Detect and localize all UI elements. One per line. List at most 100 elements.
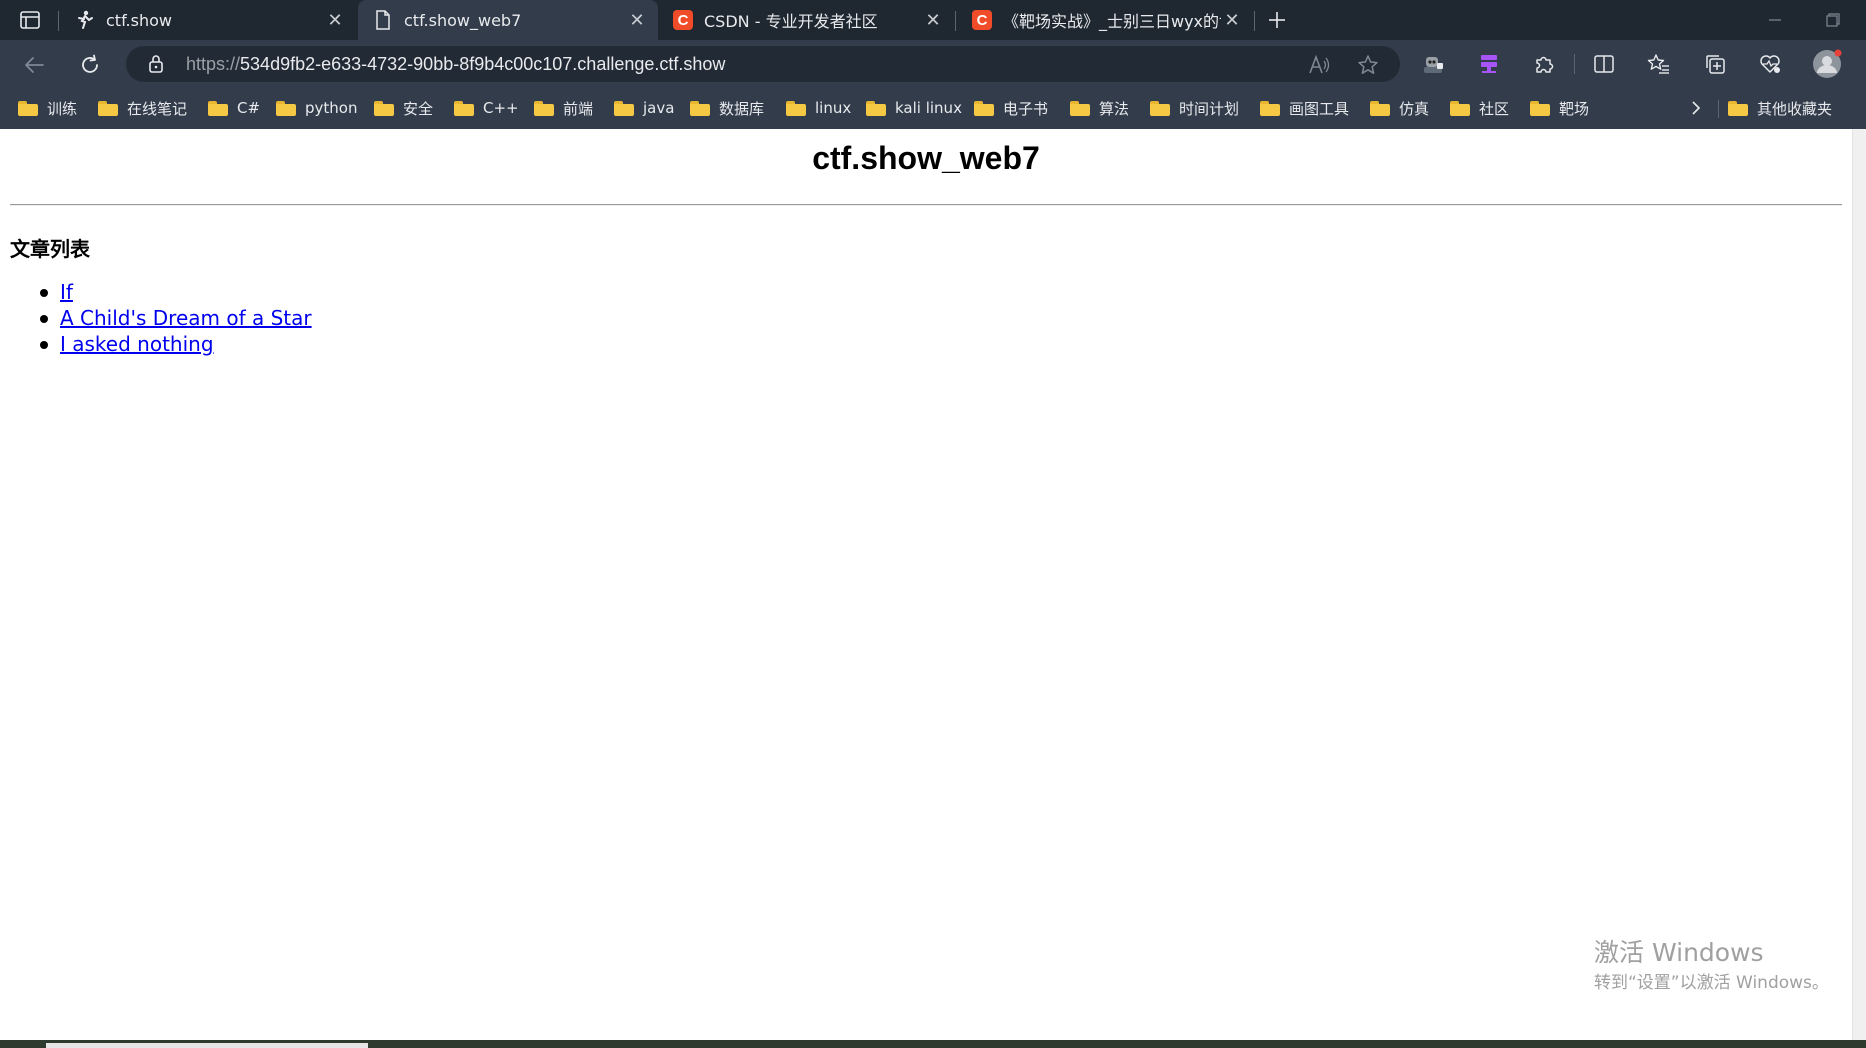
bookmark-folder[interactable]: 时间计划 (1150, 96, 1239, 120)
bookmark-folder[interactable]: C++ (454, 96, 519, 120)
split-screen-icon[interactable] (1589, 49, 1619, 79)
read-aloud-icon[interactable] (1308, 54, 1330, 76)
favorite-star-icon[interactable] (1357, 54, 1379, 76)
folder-icon (974, 100, 994, 116)
page-icon (372, 9, 394, 31)
article-link[interactable]: I asked nothing (60, 332, 214, 356)
bookmark-folder[interactable]: 画图工具 (1260, 96, 1349, 120)
folder-icon (1150, 100, 1170, 116)
tab-actions-icon[interactable] (14, 8, 46, 32)
extension-server-icon[interactable] (1474, 49, 1504, 79)
close-icon[interactable]: ✕ (922, 9, 944, 31)
list-item: I asked nothing (40, 331, 312, 357)
extensions-puzzle-icon[interactable] (1529, 49, 1559, 79)
page-content: ctf.show_web7 文章列表 If A Child's Dream of… (0, 129, 1852, 1040)
folder-icon (534, 100, 554, 116)
folder-icon (1370, 100, 1390, 116)
close-icon[interactable]: ✕ (626, 9, 648, 31)
profile-avatar-icon[interactable] (1812, 49, 1842, 79)
folder-icon (1070, 100, 1090, 116)
back-arrow-icon[interactable] (18, 49, 50, 81)
tab-csdn-article[interactable]: C 《靶场实战》_士别三日wyx的博 ✕ (957, 0, 1253, 40)
article-link[interactable]: A Child's Dream of a Star (60, 306, 312, 330)
folder-icon (18, 100, 38, 116)
bookmark-folder[interactable]: linux (786, 96, 851, 120)
restore-icon[interactable] (1818, 6, 1848, 34)
activation-watermark: 激活 Windows 转到“设置”以激活 Windows。 (1594, 937, 1829, 995)
folder-icon (374, 100, 394, 116)
article-link[interactable]: If (60, 280, 73, 304)
bookmark-label: kali linux (895, 99, 962, 117)
bookmark-folder[interactable]: 算法 (1070, 96, 1129, 120)
minimize-icon[interactable] (1760, 6, 1790, 34)
bookmark-folder[interactable]: 数据库 (690, 96, 764, 120)
csdn-logo-icon: C (971, 9, 993, 31)
bookmark-folder[interactable]: 安全 (374, 96, 433, 120)
bookmark-folder[interactable]: 仿真 (1370, 96, 1429, 120)
tab-title: CSDN - 专业开发者社区 (704, 12, 878, 31)
close-icon[interactable]: ✕ (324, 9, 346, 31)
other-bookmarks-folder[interactable]: 其他收藏夹 (1728, 96, 1832, 120)
tab-strip: ctf.show ✕ ctf.show_web7 ✕ C CSDN - 专业开发… (0, 0, 1866, 40)
vertical-scrollbar[interactable] (1852, 129, 1866, 1040)
horizontal-rule (10, 204, 1842, 206)
tab-separator (58, 11, 59, 31)
address-bar[interactable]: https://534d9fb2-e633-4732-90bb-8f9b4c00… (126, 46, 1400, 82)
tab-ctfshow-web7[interactable]: ctf.show_web7 ✕ (358, 0, 658, 40)
browser-essentials-icon[interactable] (1755, 49, 1785, 79)
favorites-icon[interactable] (1644, 49, 1674, 79)
bookmark-label: 算法 (1099, 99, 1130, 118)
url-scheme: https:// (186, 54, 241, 74)
url-text[interactable]: https://534d9fb2-e633-4732-90bb-8f9b4c00… (186, 46, 725, 82)
bookmark-folder[interactable]: 在线笔记 (98, 96, 187, 120)
watermark-subtitle: 转到“设置”以激活 Windows。 (1594, 973, 1829, 993)
bookmark-separator (1718, 100, 1719, 118)
bookmark-label: linux (815, 99, 852, 117)
folder-icon (454, 100, 474, 116)
tab-title: ctf.show_web7 (404, 10, 522, 30)
bookmark-label: 在线笔记 (127, 99, 188, 118)
bookmark-folder[interactable]: C# (208, 96, 260, 120)
new-tab-icon[interactable] (1262, 6, 1292, 34)
bookmark-folder[interactable]: python (276, 96, 357, 120)
bookmark-folder[interactable]: 电子书 (974, 96, 1048, 120)
bookmark-folder[interactable]: kali linux (866, 96, 962, 120)
refresh-icon[interactable] (74, 49, 106, 81)
bookmark-label: 靶场 (1559, 99, 1590, 118)
chevron-right-icon[interactable] (1684, 96, 1708, 120)
folder-icon (614, 100, 634, 116)
browser-chrome: ctf.show ✕ ctf.show_web7 ✕ C CSDN - 专业开发… (0, 0, 1866, 129)
tab-ctfshow[interactable]: ctf.show ✕ (60, 0, 356, 40)
folder-icon (1530, 100, 1550, 116)
extension-robot-icon[interactable] (1418, 49, 1448, 79)
ctfshow-figure-icon (74, 9, 96, 31)
bookmark-folder[interactable]: 社区 (1450, 96, 1509, 120)
folder-icon (1260, 100, 1280, 116)
section-heading: 文章列表 (10, 237, 90, 261)
tab-csdn[interactable]: C CSDN - 专业开发者社区 ✕ (658, 0, 954, 40)
bookmark-folder[interactable]: 训练 (18, 96, 77, 120)
folder-icon (1450, 100, 1470, 116)
bookmark-label: java (643, 99, 675, 117)
page-title: ctf.show_web7 (812, 140, 1040, 176)
bookmark-folder[interactable]: java (614, 96, 674, 120)
collections-icon[interactable] (1700, 49, 1730, 79)
bookmark-label: 时间计划 (1179, 99, 1240, 118)
close-icon[interactable]: ✕ (1221, 9, 1243, 31)
list-item: A Child's Dream of a Star (40, 305, 312, 331)
bookmark-label: 画图工具 (1289, 99, 1350, 118)
bookmark-folder[interactable]: 靶场 (1530, 96, 1589, 120)
bookmark-label: 数据库 (719, 99, 765, 118)
bookmark-label: 安全 (403, 99, 434, 118)
folder-icon (276, 100, 296, 116)
lock-icon[interactable] (146, 54, 166, 74)
toolbar-separator (1574, 54, 1575, 74)
horizontal-scroll-thumb[interactable] (46, 1043, 368, 1048)
folder-icon (1728, 100, 1748, 116)
tab-separator (1254, 11, 1255, 31)
folder-icon (786, 100, 806, 116)
bookmark-label: 其他收藏夹 (1757, 99, 1833, 118)
bookmark-folder[interactable]: 前端 (534, 96, 593, 120)
csdn-logo-icon: C (672, 9, 694, 31)
bookmark-label: 电子书 (1003, 99, 1049, 118)
